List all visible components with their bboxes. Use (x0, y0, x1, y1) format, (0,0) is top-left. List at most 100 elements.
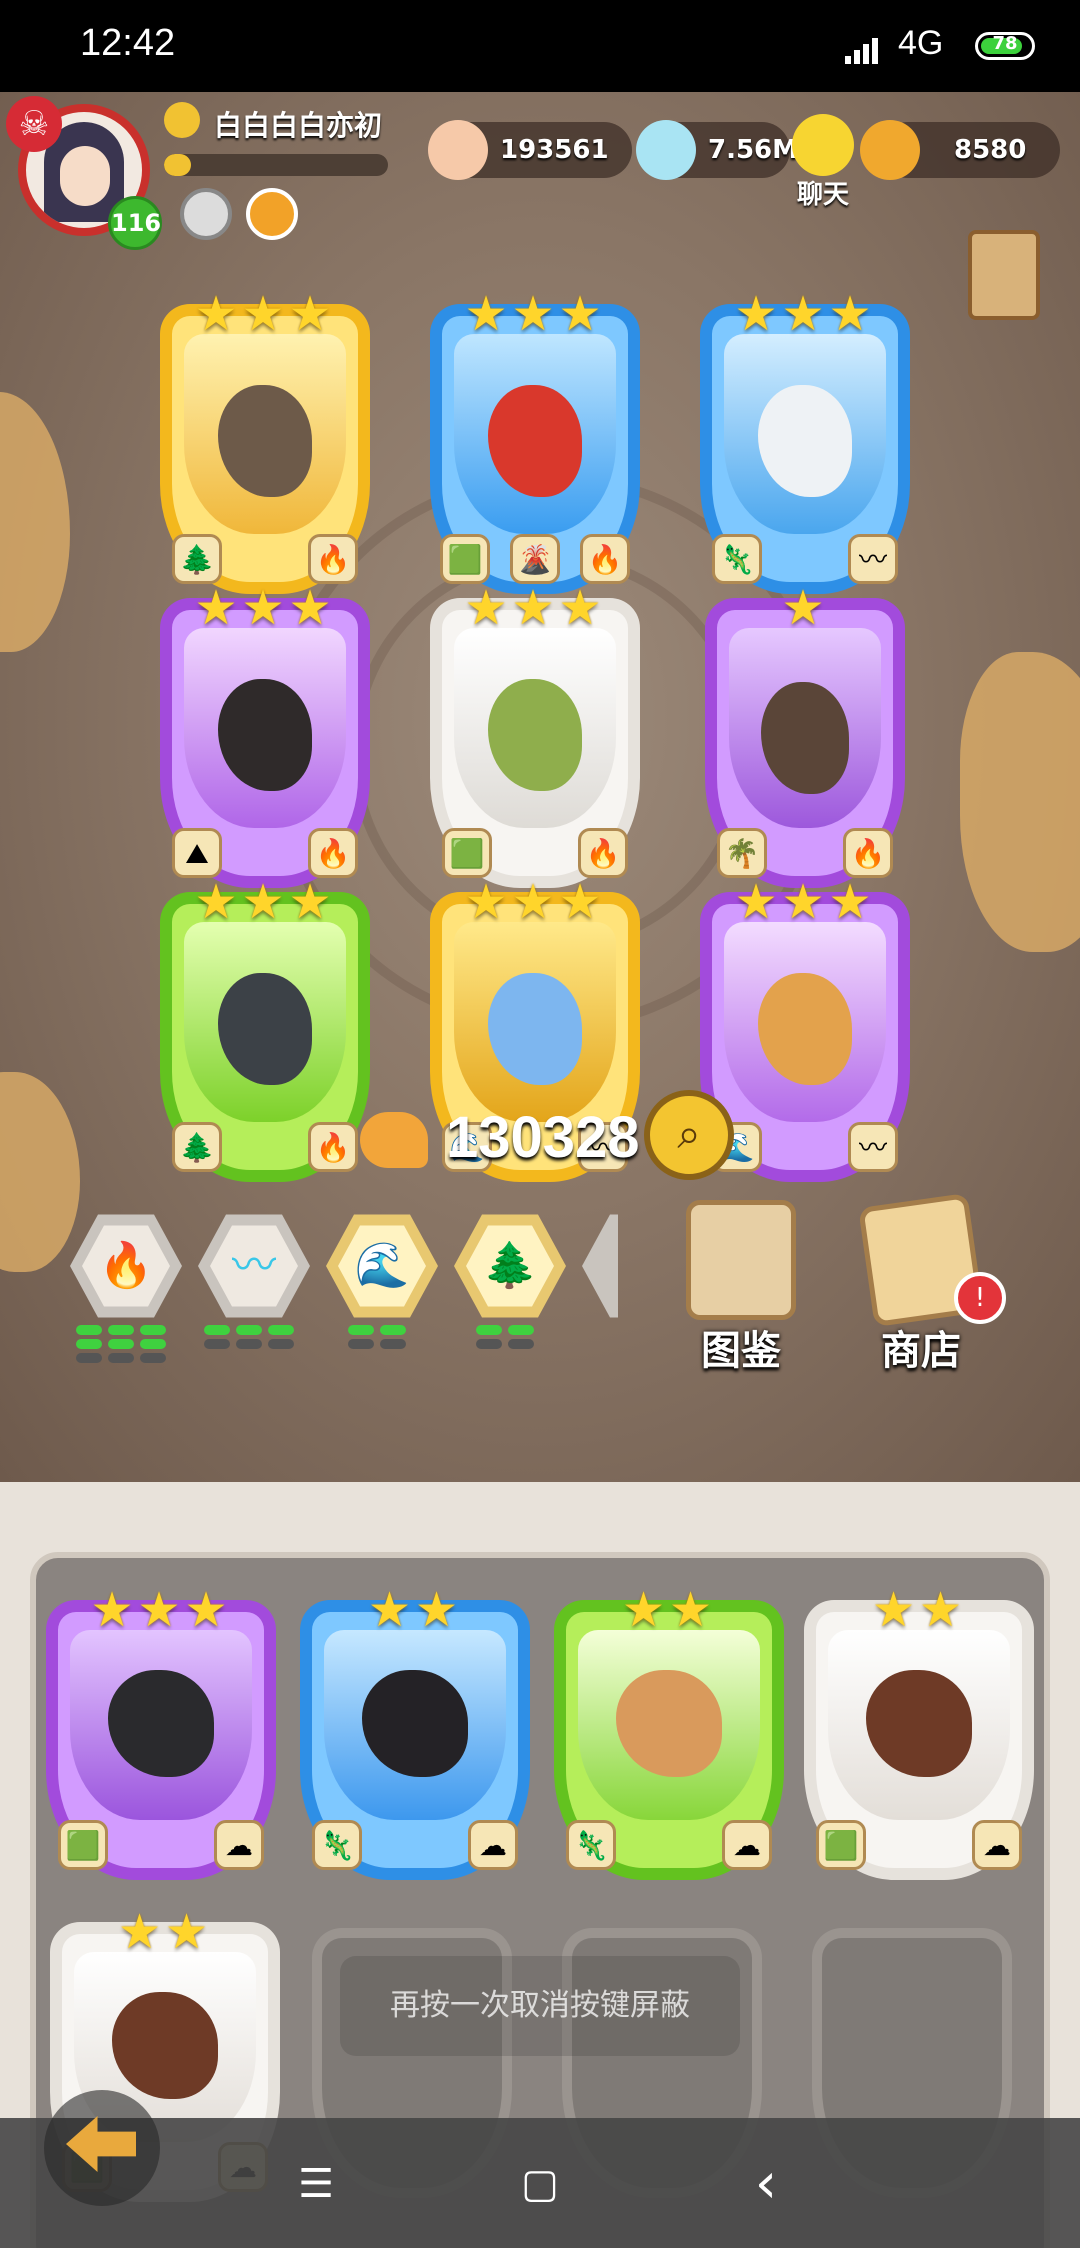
tree-icon: 🌲 (172, 534, 222, 584)
search-button[interactable]: ⌕ (644, 1090, 734, 1180)
grass-icon: 🟩 (442, 828, 492, 878)
codex-icon (686, 1200, 796, 1320)
fire-pips (76, 1325, 176, 1365)
star-rating: ★★ (367, 1582, 463, 1638)
player-level-badge: 116 (108, 196, 162, 250)
token-value: 8580 (954, 135, 1027, 165)
star-rating: ★★★ (464, 580, 606, 636)
creature-card[interactable]: ★ 🌴 🔥 (705, 580, 905, 888)
creature-card[interactable]: ★★★ 🌲 🔥 (160, 286, 370, 594)
skull-icon: ☠ (6, 96, 62, 152)
meat-icon (360, 1112, 428, 1168)
status-bar: 12:42 4G 78 (0, 0, 1080, 92)
team-creature-card[interactable]: ★★ 🟩 ☁ (804, 1582, 1034, 1880)
grass-icon: 🟩 (440, 534, 490, 584)
cotton-icon: ☁ (972, 1820, 1022, 1870)
shell-icon (428, 120, 488, 180)
team-creature-card[interactable]: ★★ 🦎 ☁ (554, 1582, 784, 1880)
star-rating: ★★★ (464, 286, 606, 342)
bell-icon: ! (954, 1272, 1006, 1324)
chat-button[interactable]: 聊天 (780, 114, 866, 210)
battery-icon: 78 (975, 32, 1035, 60)
star-rating: ★★★ (90, 1582, 232, 1638)
dirt-icon: ⛰ (172, 828, 222, 878)
lizard-icon: 🦎 (566, 1820, 616, 1870)
fire-icon: 🔥 (843, 828, 893, 878)
crystal-icon (636, 120, 696, 180)
network-type: 4G (898, 24, 944, 62)
battery-level: 78 (992, 33, 1018, 54)
star-rating: ★★★ (194, 286, 336, 342)
cotton-icon: ☁ (214, 1820, 264, 1870)
background-sand (960, 652, 1080, 952)
tree-icon: 🌲 (172, 1122, 222, 1172)
quest-scroll-icon[interactable] (968, 230, 1040, 320)
game-back-button[interactable] (44, 2090, 160, 2206)
cotton-icon: ☁ (722, 1820, 772, 1870)
water-pips (348, 1325, 418, 1365)
star-rating: ★★★ (734, 874, 876, 930)
star-rating: ★ (781, 580, 829, 636)
chat-face-icon (792, 114, 854, 176)
star-rating: ★★ (621, 1582, 717, 1638)
tree-pips (476, 1325, 546, 1365)
filter-next[interactable] (582, 1210, 618, 1322)
lizard-icon: 🦎 (712, 534, 762, 584)
creature-card[interactable]: ★★★ 🟩 🌋 🔥 (430, 286, 640, 594)
shop-label: 商店 (881, 1328, 961, 1374)
grass-icon: 🟩 (58, 1820, 108, 1870)
fire-medal-icon[interactable] (246, 188, 298, 240)
wind-icon: 〰 (848, 534, 898, 584)
star-rating: ★★★ (194, 580, 336, 636)
fire-icon: 🔥 (308, 828, 358, 878)
signal-icon (845, 38, 878, 64)
star-rating: ★★★ (464, 874, 606, 930)
filter-wind[interactable]: 〰 (198, 1210, 310, 1322)
filter-fire[interactable]: 🔥 (70, 1210, 182, 1322)
background-sand (0, 392, 70, 652)
chat-label: 聊天 (796, 180, 849, 210)
token-counter[interactable]: 8580 (860, 120, 1060, 180)
player-name: 白白白白亦初 (214, 109, 383, 142)
lizard-icon: 🦎 (312, 1820, 362, 1870)
back-icon[interactable]: ‹ (736, 2156, 796, 2212)
home-icon[interactable]: ▢ (510, 2156, 570, 2212)
star-rating: ★★★ (194, 874, 336, 930)
team-creature-card[interactable]: ★★★ 🟩 ☁ (46, 1582, 276, 1880)
toast-message: 再按一次取消按键屏蔽 (340, 1956, 740, 2056)
coin-counter[interactable]: 193561 (428, 120, 632, 180)
coin-value: 193561 (500, 135, 609, 165)
clock: 12:42 (80, 22, 176, 64)
fire-icon: 🔥 (578, 828, 628, 878)
team-creature-card[interactable]: ★★ 🦎 ☁ (300, 1582, 530, 1880)
star-rating: ★★★ (734, 286, 876, 342)
system-nav-bar: ☰ ▢ ‹ (0, 2118, 1080, 2248)
arrow-left-icon (66, 2116, 136, 2172)
fire-icon: 🔥 (308, 1122, 358, 1172)
fire-icon: 🔥 (308, 534, 358, 584)
cotton-icon: ☁ (468, 1820, 518, 1870)
filter-water[interactable]: 🌊 (326, 1210, 438, 1322)
filter-tree[interactable]: 🌲 (454, 1210, 566, 1322)
background-sand (0, 1072, 80, 1272)
palm-icon: 🌴 (717, 828, 767, 878)
menu-icon[interactable]: ☰ (286, 2156, 346, 2212)
creature-card[interactable]: ★★★ 🌲 🔥 (160, 874, 370, 1182)
star-rating: ★★ (117, 1904, 213, 1960)
token-icon (860, 120, 920, 180)
food-value: 130328 (446, 1105, 640, 1170)
xp-bar (164, 154, 388, 176)
fire-icon: 🔥 (580, 534, 630, 584)
wind-pips (204, 1325, 304, 1365)
emoji-icon (164, 102, 200, 138)
codex-button[interactable]: 图鉴 (666, 1200, 816, 1374)
wind-icon: 〰 (848, 1122, 898, 1172)
gem-counter[interactable]: 7.56M (636, 120, 798, 180)
creature-card[interactable]: ★★★ ⛰ 🔥 (160, 580, 370, 888)
grass-icon: 🟩 (816, 1820, 866, 1870)
creature-card[interactable]: ★★★ 🦎 〰 (700, 286, 910, 594)
codex-label: 图鉴 (701, 1328, 781, 1374)
creature-card[interactable]: ★★★ 🟩 🔥 (430, 580, 640, 888)
star-rating: ★★ (871, 1582, 967, 1638)
soccer-medal-icon[interactable] (180, 188, 232, 240)
